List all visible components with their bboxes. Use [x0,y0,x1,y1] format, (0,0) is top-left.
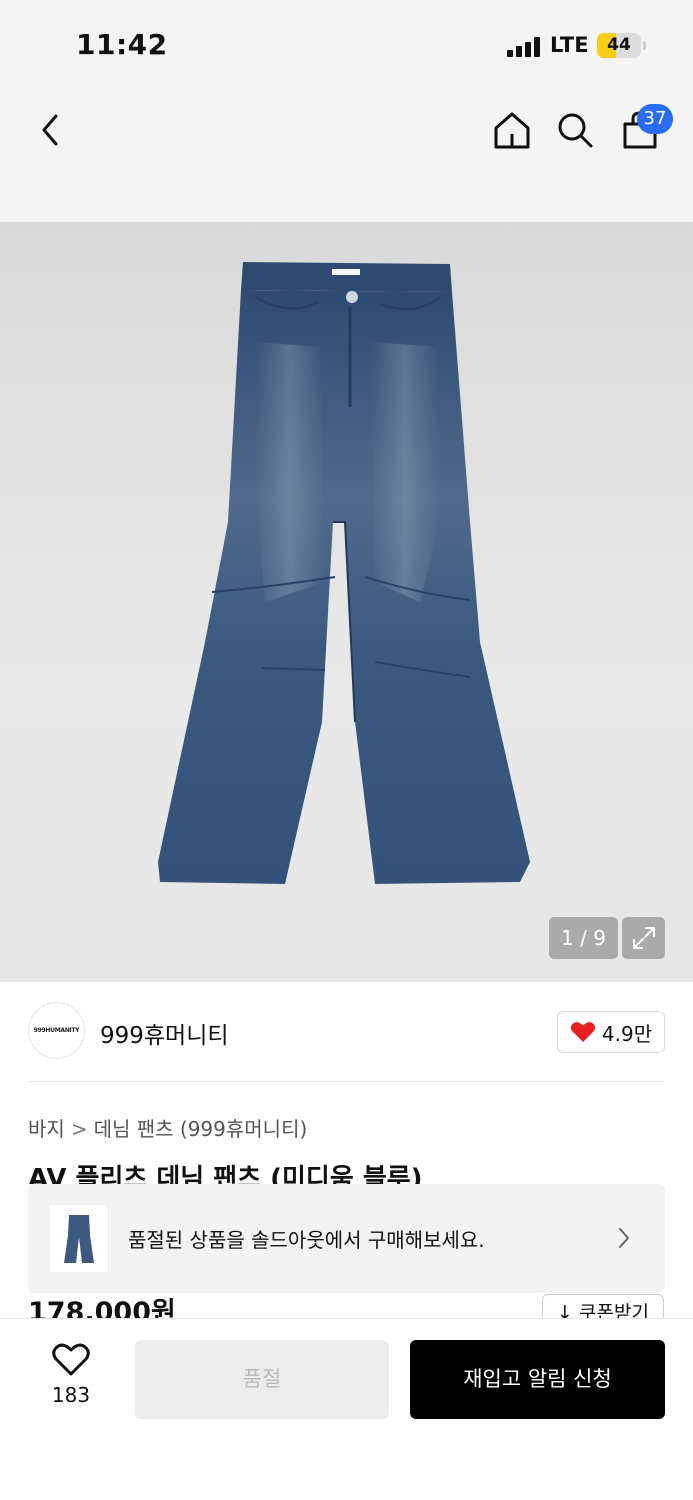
battery-level: 44 [607,35,631,55]
breadcrumb-separator: > [70,1117,88,1141]
brand-like-button[interactable]: 4.9만 [557,1011,665,1053]
brand-like-count: 4.9만 [601,1021,653,1046]
top-nav-bar [0,90,693,222]
status-bar: 11:42 LTE 44 [0,0,693,90]
brand-logo[interactable]: 999HUMANITY [28,1002,85,1059]
breadcrumb-subcategory[interactable]: 데님 팬츠 (999휴머니티) [94,1117,308,1141]
search-icon [558,113,593,148]
battery-tip [643,41,646,50]
product-image-gallery[interactable]: 1 / 9 [0,222,693,982]
status-time: 11:42 [76,28,168,61]
home-icon [494,112,530,149]
battery-icon: 44 [597,33,641,58]
image-page-counter: 1 / 9 [549,917,618,959]
back-button[interactable] [26,106,74,154]
network-label: LTE [550,33,589,57]
restock-alert-button[interactable]: 재입고 알림 신청 [410,1340,665,1419]
heart-outline-icon [52,1343,90,1376]
chevron-right-icon [619,1228,629,1248]
breadcrumb: 바지 > 데님 팬츠 (999휴머니티) [28,1113,307,1142]
brand-name[interactable]: 999휴머니티 [100,1016,229,1050]
breadcrumb-category[interactable]: 바지 [28,1117,65,1141]
price-row: 178,000원 ↓ 쿠폰받기 [28,1293,665,1318]
home-button[interactable] [488,106,536,154]
search-button[interactable] [551,106,599,154]
brand-row[interactable]: 999HUMANITY 999휴머니티 4.9만 [28,1002,665,1062]
product-image-jeans [158,262,530,884]
bottom-action-bar: 183 품절 재입고 알림 신청 [0,1318,693,1500]
chevron-left-icon [42,114,58,146]
soldout-button: 품절 [135,1340,389,1419]
cart-count-badge: 37 [637,104,673,134]
soldout-banner[interactable]: 품절된 상품을 솔드아웃에서 구매해보세요. [28,1184,665,1293]
expand-image-button[interactable] [622,917,665,959]
expand-icon [632,927,655,949]
divider [28,1081,665,1082]
soldout-banner-text: 품절된 상품을 솔드아웃에서 구매해보세요. [128,1228,485,1252]
heart-filled-icon [570,1022,596,1042]
product-price: 178,000원 [28,1297,176,1318]
product-title: AV 플리츠 데님 팬츠 (미디움 블루) [28,1164,423,1184]
soldout-product-thumbnail [50,1205,107,1272]
coupon-download-button[interactable]: ↓ 쿠폰받기 [542,1294,664,1318]
wishlist-count: 183 [51,1383,91,1407]
wishlist-button[interactable]: 183 [40,1343,102,1411]
product-title-container: AV 플리츠 데님 팬츠 (미디움 블루) [28,1160,665,1184]
signal-icon [507,37,541,57]
